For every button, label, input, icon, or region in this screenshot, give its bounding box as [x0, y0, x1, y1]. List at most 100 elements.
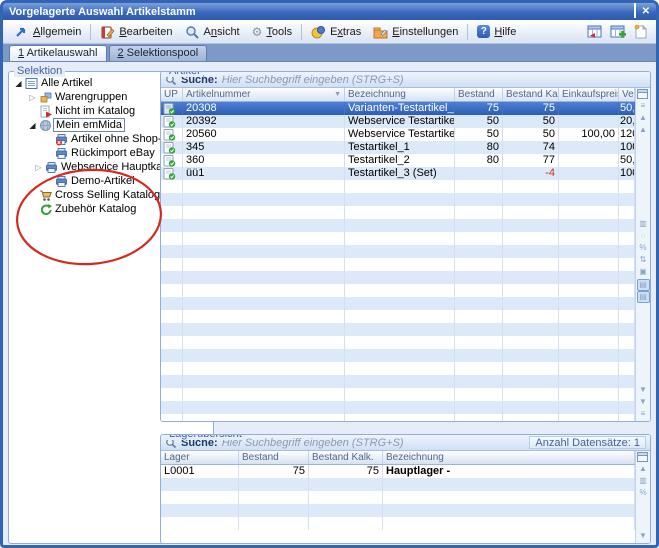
- expander-open-icon[interactable]: ◢: [27, 121, 38, 130]
- empty-row: [161, 414, 635, 421]
- empty-row: [161, 504, 635, 517]
- scroll-down-icon[interactable]: ▼: [637, 531, 650, 543]
- empty-row: [161, 401, 635, 414]
- search-icon[interactable]: ◌: [637, 231, 650, 243]
- edit-book-icon: [100, 25, 115, 39]
- up-status-icon: [161, 128, 183, 141]
- menu-extras[interactable]: Extras: [305, 23, 367, 41]
- gear-icon: ⚙: [252, 26, 263, 38]
- restore-icon: [634, 3, 636, 18]
- data-view-icon[interactable]: ▥: [637, 219, 650, 231]
- app-window: Vorgelagerte Auswahl Artikelstamm ✕ Allg…: [0, 0, 659, 548]
- lager-side-toolbar: ▲ ▥ % ▼: [635, 451, 650, 543]
- lager-grid-header: Lager Bestand Bestand Kalk. Bezeichnung: [161, 451, 635, 465]
- menu-tools[interactable]: ⚙ Tools: [246, 24, 298, 40]
- scroll-down2-icon[interactable]: ▼: [637, 397, 650, 409]
- empty-row: [161, 375, 635, 388]
- swap-icon[interactable]: ⇅: [637, 255, 650, 267]
- column-header-bestand[interactable]: Bestand: [239, 451, 309, 464]
- scroll-up2-icon[interactable]: ▲: [637, 125, 650, 137]
- artikel-grid: UP Artikelnummer▼ Bezeichnung Bestand Be…: [161, 88, 635, 421]
- menu-allgemein[interactable]: Allgemein: [8, 23, 87, 41]
- menu-einstellungen[interactable]: Einstellungen: [367, 23, 464, 41]
- up-status-icon: [161, 115, 183, 128]
- column-header-lager[interactable]: Lager: [161, 451, 239, 464]
- artikel-search-bar[interactable]: Suche: Hier Suchbegriff eingeben (STRG+S…: [161, 72, 650, 88]
- expander-closed-icon[interactable]: ▷: [27, 93, 38, 102]
- scroll-lines2-icon[interactable]: ≡: [637, 409, 650, 421]
- empty-row: [161, 206, 635, 219]
- expander-open-icon[interactable]: ◢: [13, 79, 24, 88]
- shop-category-icon: [54, 147, 69, 160]
- lager-group-title: Lagerübersicht: [166, 434, 245, 440]
- record-count-badge: Anzahl Datensätze: 1: [529, 436, 646, 449]
- tab-artikelauswahl[interactable]: 1 Artikelauswahl: [9, 45, 107, 61]
- scroll-up-icon[interactable]: ▲: [637, 113, 650, 125]
- artikel-search-placeholder: Hier Suchbegriff eingeben (STRG+S): [222, 74, 404, 86]
- column-chooser-icon[interactable]: [637, 89, 649, 100]
- scroll-lines-icon[interactable]: ≡: [637, 101, 650, 113]
- empty-row: [161, 491, 635, 504]
- extras-icon: [311, 25, 326, 39]
- column-header-bezeichnung[interactable]: Bezeichnung: [383, 451, 635, 464]
- column-header-einkaufspreis[interactable]: Einkaufspreis: [559, 88, 619, 101]
- arrow-ne-icon: [14, 25, 29, 39]
- percent-icon[interactable]: %: [637, 243, 650, 255]
- data-view-icon[interactable]: ▥: [637, 476, 650, 488]
- empty-row: [161, 362, 635, 375]
- menu-ansicht[interactable]: Ansicht: [179, 23, 246, 41]
- menu-separator: [467, 24, 468, 40]
- page-remove-icon: [38, 105, 53, 118]
- artikel-side-toolbar: ≡ ▲ ▲ ▥ ◌ % ⇅ ▣ ▤ ▤ ▼ ▼ ≡: [635, 88, 650, 421]
- help-icon: ?: [477, 25, 490, 38]
- artikel-group-title: Artikel: [166, 71, 203, 77]
- percent-icon[interactable]: %: [637, 488, 650, 500]
- menu-bar: Allgemein Bearbeiten Ansicht ⚙ Tools Ext…: [3, 20, 656, 44]
- column-header-verkaufspreis[interactable]: Ve: [619, 88, 635, 101]
- new-document-icon[interactable]: [633, 24, 647, 40]
- menu-bearbeiten[interactable]: Bearbeiten: [94, 23, 178, 41]
- empty-row: [161, 310, 635, 323]
- list-view2-icon[interactable]: ▤: [637, 291, 650, 303]
- empty-row: [161, 336, 635, 349]
- title-bar: Vorgelagerte Auswahl Artikelstamm ✕: [3, 3, 656, 20]
- up-status-icon: [161, 141, 183, 154]
- table-row[interactable]: 345 Testartikel_1 80 74 100: [161, 141, 635, 154]
- column-header-bestand-kalk[interactable]: Bestand Kalk.: [503, 88, 559, 101]
- empty-row: [161, 219, 635, 232]
- layout-icon[interactable]: ▣: [637, 267, 650, 279]
- table-row[interactable]: 20560 Webservice Testartikel 2 50 50 100…: [161, 128, 635, 141]
- lager-search-placeholder: Hier Suchbegriff eingeben (STRG+S): [222, 437, 404, 449]
- settings-folder-icon: [373, 25, 388, 39]
- menu-hilfe[interactable]: ? Hilfe: [471, 23, 522, 40]
- list-view-icon[interactable]: ▤: [637, 279, 650, 291]
- scroll-up-icon[interactable]: ▲: [637, 464, 650, 476]
- table-export-icon[interactable]: [587, 24, 604, 40]
- table-row[interactable]: üü1 Testartikel_3 (Set) -4 100: [161, 167, 635, 180]
- column-header-bestand[interactable]: Bestand: [455, 88, 503, 101]
- empty-row: [161, 232, 635, 245]
- restore-button[interactable]: [634, 7, 636, 17]
- globe-icon: [38, 119, 53, 132]
- shop-category-icon: [54, 175, 69, 188]
- empty-row: [161, 388, 635, 401]
- column-header-up[interactable]: UP: [161, 88, 183, 101]
- table-row[interactable]: 20392 Webservice Testartikel 1 50 50 20,: [161, 115, 635, 128]
- table-add-icon[interactable]: [610, 24, 627, 40]
- menu-separator: [301, 24, 302, 40]
- column-chooser-icon[interactable]: [637, 452, 649, 463]
- empty-row: [161, 284, 635, 297]
- empty-row: [161, 349, 635, 362]
- up-status-icon: [161, 154, 183, 167]
- table-row[interactable]: 360 Testartikel_2 80 77 50,: [161, 154, 635, 167]
- recycle-arrows-icon: [38, 203, 53, 216]
- close-button[interactable]: ✕: [642, 7, 650, 17]
- column-header-artikelnummer[interactable]: Artikelnummer▼: [183, 88, 345, 101]
- table-row[interactable]: 20308 Varianten-Testartikel_4 75 75 50,: [161, 102, 635, 115]
- tab-selektionspool[interactable]: 2 Selektionspool: [109, 45, 208, 61]
- column-header-bestand-kalk[interactable]: Bestand Kalk.: [309, 451, 383, 464]
- column-header-bezeichnung[interactable]: Bezeichnung: [345, 88, 455, 101]
- scroll-down-icon[interactable]: ▼: [637, 385, 650, 397]
- expander-closed-icon[interactable]: ▷: [33, 163, 44, 172]
- table-row[interactable]: L0001 75 75 Hauptlager -: [161, 465, 635, 478]
